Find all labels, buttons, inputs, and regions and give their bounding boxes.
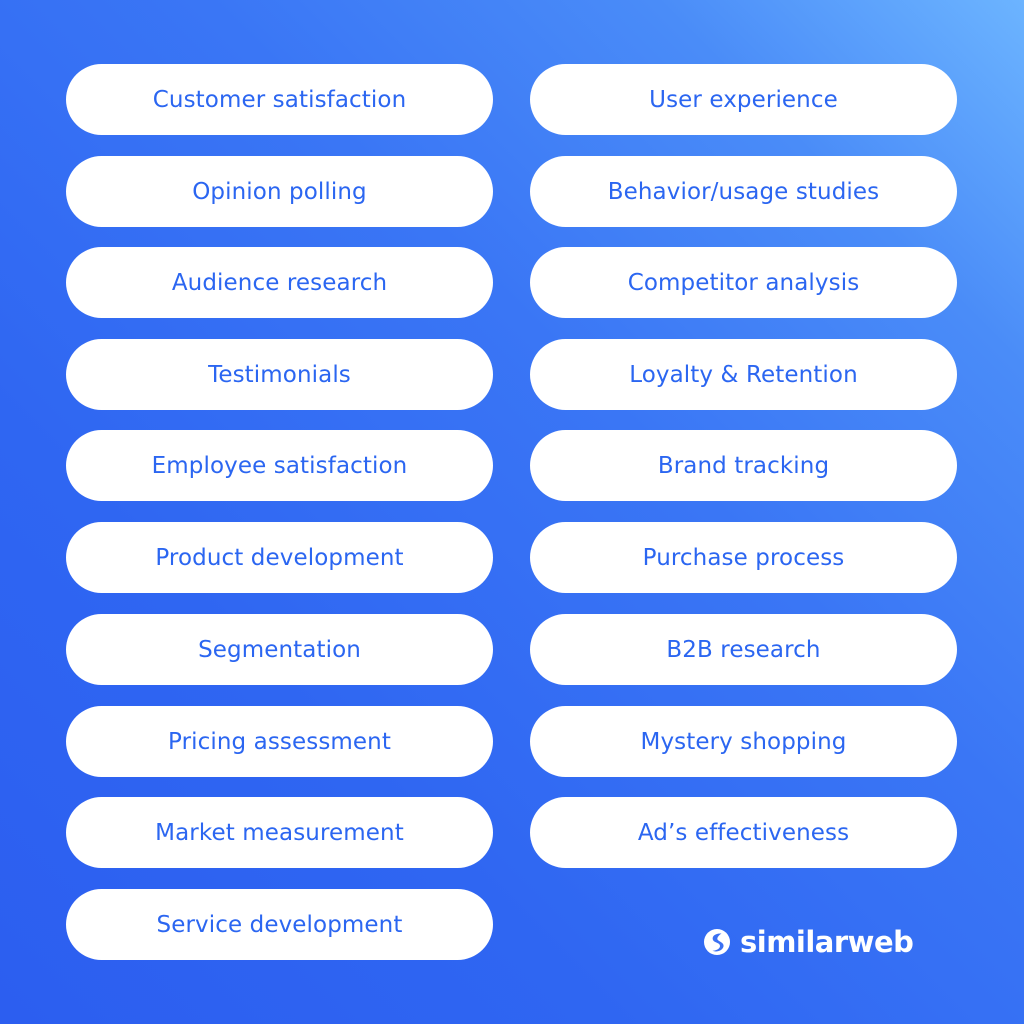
pill-audience-research: Audience research: [66, 247, 493, 318]
pill-label: Customer satisfaction: [152, 86, 407, 113]
pill-label: Testimonials: [208, 361, 351, 388]
pill-ads-effectiveness: Ad’s effectiveness: [530, 797, 957, 868]
pill-label: Pricing assessment: [168, 728, 391, 755]
pill-label: Behavior/usage studies: [607, 178, 880, 205]
similarweb-logo: similarweb: [704, 922, 914, 962]
pill-user-experience: User experience: [530, 64, 957, 135]
pill-market-measurement: Market measurement: [66, 797, 493, 868]
similarweb-logo-icon: [704, 929, 730, 955]
pill-label: B2B research: [666, 636, 821, 663]
pill-label: Purchase process: [642, 544, 845, 571]
pill-opinion-polling: Opinion polling: [66, 156, 493, 227]
pill-label: Market measurement: [155, 819, 404, 846]
pill-label: Ad’s effectiveness: [637, 819, 850, 846]
pill-testimonials: Testimonials: [66, 339, 493, 410]
pill-purchase-process: Purchase process: [530, 522, 957, 593]
pill-label: Opinion polling: [192, 178, 367, 205]
pill-label: Competitor analysis: [627, 269, 860, 296]
pill-label: Employee satisfaction: [151, 452, 408, 479]
pill-pricing-assessment: Pricing assessment: [66, 706, 493, 777]
pill-competitor-analysis: Competitor analysis: [530, 247, 957, 318]
pill-segmentation: Segmentation: [66, 614, 493, 685]
brand-name: similarweb: [740, 925, 914, 959]
pill-label: Segmentation: [198, 636, 361, 663]
pill-b2b-research: B2B research: [530, 614, 957, 685]
pill-service-development: Service development: [66, 889, 493, 960]
pill-label: Brand tracking: [657, 452, 830, 479]
pill-label: Mystery shopping: [640, 728, 847, 755]
pill-label: Service development: [156, 911, 403, 938]
pill-loyalty-retention: Loyalty & Retention: [530, 339, 957, 410]
pill-label: Loyalty & Retention: [629, 361, 858, 388]
pill-label: Audience research: [171, 269, 388, 296]
pill-product-development: Product development: [66, 522, 493, 593]
pill-label: Product development: [155, 544, 404, 571]
pill-behavior-usage-studies: Behavior/usage studies: [530, 156, 957, 227]
pill-brand-tracking: Brand tracking: [530, 430, 957, 501]
pill-employee-satisfaction: Employee satisfaction: [66, 430, 493, 501]
pill-label: User experience: [649, 86, 838, 113]
pill-mystery-shopping: Mystery shopping: [530, 706, 957, 777]
pill-customer-satisfaction: Customer satisfaction: [66, 64, 493, 135]
